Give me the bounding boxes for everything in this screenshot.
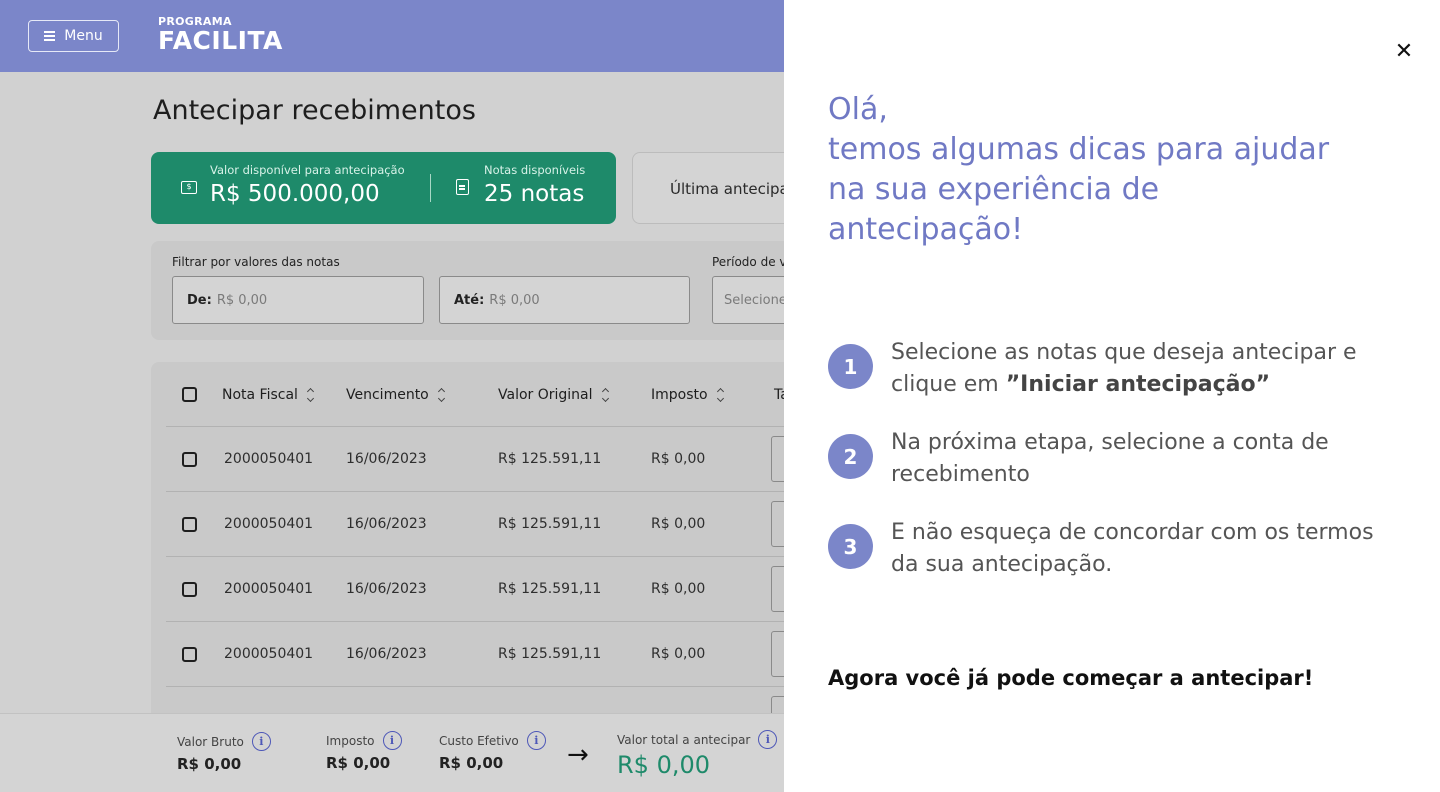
greeting-heading: Olá, temos algumas dicas para ajudar na … [828,92,1330,247]
footer-imposto: Imposto i R$ 0,00 [326,731,402,772]
header-nota-fiscal-label: Nota Fiscal [222,387,298,403]
step-number: 1 [828,344,873,389]
menu-button[interactable]: Menu [28,20,119,52]
cell-valor: R$ 125.591,11 [498,451,602,467]
total-value: R$ 0,00 [617,751,711,779]
info-icon[interactable]: i [526,731,546,750]
close-icon[interactable]: ✕ [1394,41,1414,63]
row-checkbox[interactable] [182,517,197,532]
hamburger-icon [44,31,56,41]
step-text: E não esqueça de concordar com os termos… [891,517,1391,581]
total-label: Valor total a antecipar [617,732,751,747]
footer-custo-efetivo: Custo Efetivo i R$ 0,00 [439,731,546,772]
available-value-label: Valor disponível para antecipação [210,163,405,177]
header-imposto[interactable]: Imposto [651,387,724,403]
cell-imposto: R$ 0,00 [651,451,706,467]
header-vencimento[interactable]: Vencimento [346,387,445,403]
sort-icon [306,387,314,403]
brand-main-text: FACILITA [158,26,283,55]
step-number: 3 [828,524,873,569]
to-label: Até: [454,292,485,308]
cell-valor: R$ 125.591,11 [498,516,602,532]
header-valor-original-label: Valor Original [498,387,593,403]
filter-from-input[interactable]: De: R$ 0,00 [172,276,424,324]
row-checkbox[interactable] [182,582,197,597]
available-value: R$ 500.000,00 [210,181,380,207]
filter-values-label: Filtrar por valores das notas [172,255,340,269]
filter-to-input[interactable]: Até: R$ 0,00 [439,276,690,324]
header-imposto-label: Imposto [651,387,708,403]
header-valor-original[interactable]: Valor Original [498,387,609,403]
divider [430,174,431,202]
sort-icon [601,387,609,403]
step-text-main: E não esqueça de concordar com os termos… [891,520,1374,577]
row-checkbox[interactable] [182,647,197,662]
arrow-right-icon: → [567,740,589,770]
closing-message: Agora você já pode começar a antecipar! [828,666,1314,690]
cell-valor: R$ 125.591,11 [498,581,602,597]
cell-imposto: R$ 0,00 [651,646,706,662]
cell-imposto: R$ 0,00 [651,516,706,532]
from-label: De: [187,292,212,308]
cell-nota: 2000050401 [224,581,314,597]
cell-valor: R$ 125.591,11 [498,646,602,662]
cell-vencimento: 16/06/2023 [346,646,427,662]
valor-bruto-label: Valor Bruto [177,734,244,749]
valor-bruto-value: R$ 0,00 [177,755,242,773]
tips-drawer: ✕ Olá, temos algumas dicas para ajudar n… [784,0,1440,792]
money-icon: $ [181,181,197,194]
row-checkbox[interactable] [182,452,197,467]
to-placeholder: R$ 0,00 [489,292,540,308]
select-all-checkbox[interactable] [182,387,197,402]
imposto-value: R$ 0,00 [326,754,391,772]
available-notes-label: Notas disponíveis [484,163,586,177]
step-text: Na próxima etapa, selecione a conta de r… [891,427,1391,491]
custo-label: Custo Efetivo [439,733,519,748]
cell-nota: 2000050401 [224,451,314,467]
sort-icon [437,387,445,403]
info-icon[interactable]: i [382,731,402,750]
header-vencimento-label: Vencimento [346,387,429,403]
custo-value: R$ 0,00 [439,754,504,772]
from-placeholder: R$ 0,00 [216,292,268,308]
cell-nota: 2000050401 [224,646,314,662]
cell-vencimento: 16/06/2023 [346,581,427,597]
brand-logo: PROGRAMA FACILITA [158,16,283,54]
step-text-bold: ”Iniciar antecipação” [1005,372,1271,397]
header-nota-fiscal[interactable]: Nota Fiscal [222,387,314,403]
cell-vencimento: 16/06/2023 [346,516,427,532]
footer-total: Valor total a antecipar i R$ 0,00 [617,730,778,779]
info-icon[interactable]: i [758,730,778,749]
cell-nota: 2000050401 [224,516,314,532]
sort-icon [716,387,724,403]
step-text: Selecione as notas que deseja antecipar … [891,337,1391,401]
imposto-label: Imposto [326,733,375,748]
available-notes: 25 notas [484,181,585,207]
menu-label: Menu [64,28,103,44]
step-number: 2 [828,434,873,479]
period-placeholder: Selecione [724,292,787,308]
cell-vencimento: 16/06/2023 [346,451,427,467]
document-icon [456,179,469,195]
cell-imposto: R$ 0,00 [651,581,706,597]
info-icon[interactable]: i [251,732,271,751]
summary-card: $ Valor disponível para antecipação R$ 5… [151,152,616,224]
step-text-main: Na próxima etapa, selecione a conta de r… [891,430,1329,487]
page-title: Antecipar recebimentos [153,95,476,126]
footer-valor-bruto: Valor Bruto i R$ 0,00 [177,732,271,773]
